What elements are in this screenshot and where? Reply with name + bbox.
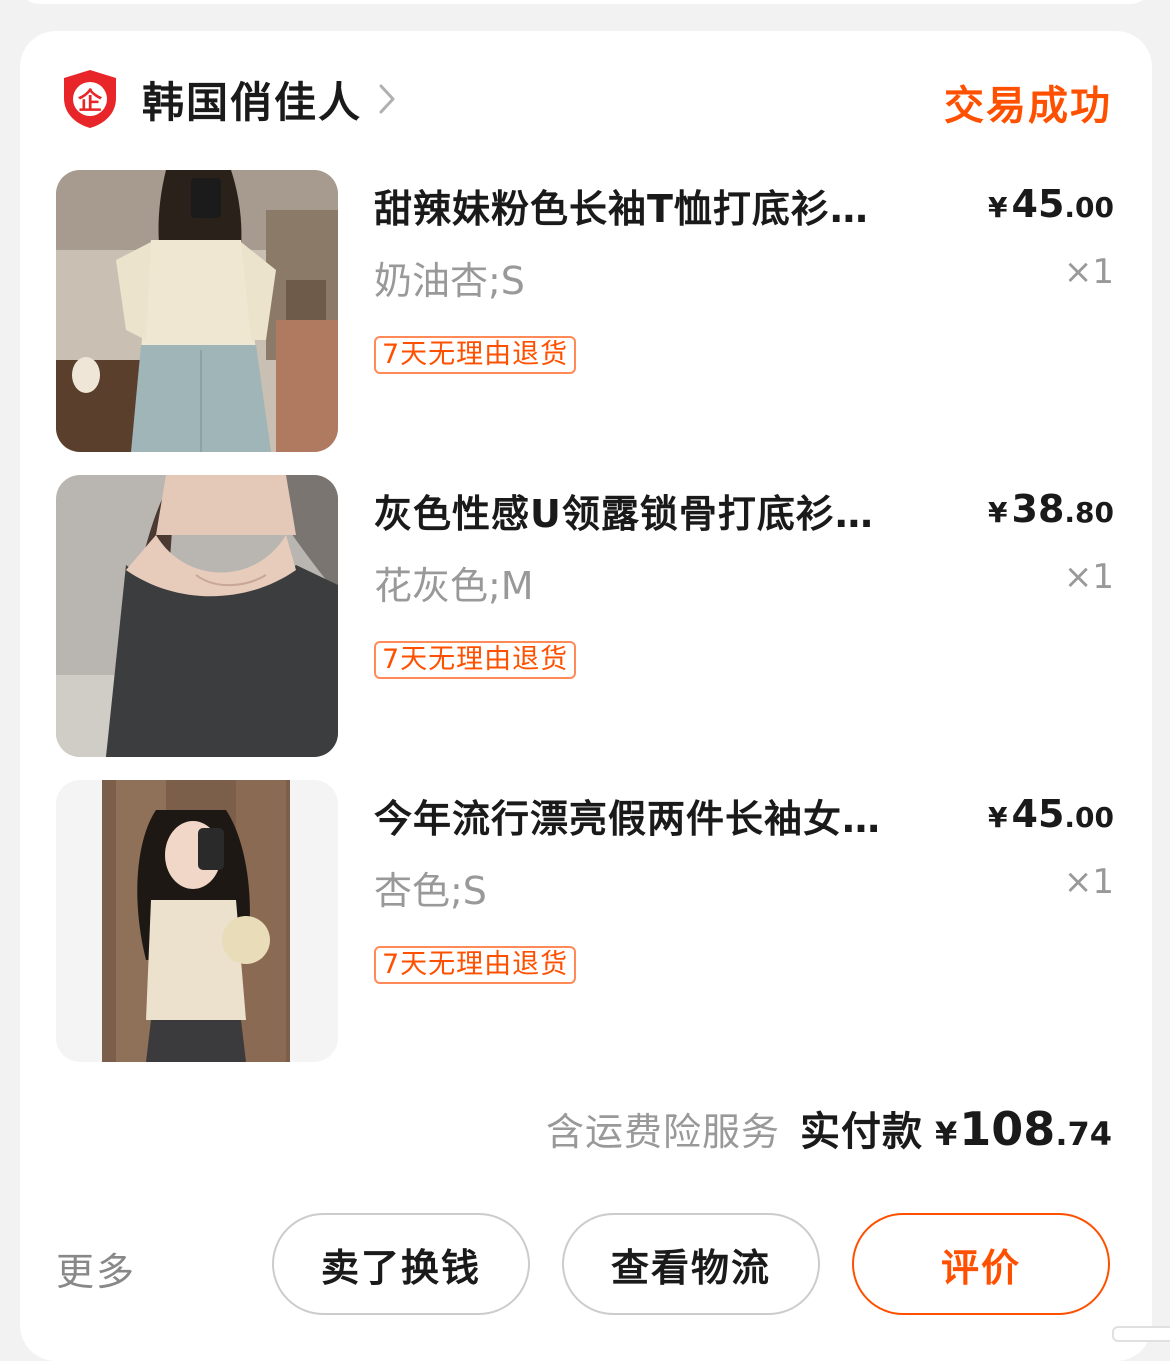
price-integer: 45 (1011, 182, 1065, 226)
order-item[interactable]: 甜辣妹粉色长袖T恤打底衫… ¥45.00 奶油杏;S ×1 7天无理由退货 (56, 170, 1114, 452)
order-item[interactable]: 灰色性感U领露锁骨打底衫… ¥38.80 花灰色;M ×1 7天无理由退货 (56, 475, 1114, 757)
shipping-insurance-note: 含运费险服务 (546, 1110, 781, 1154)
product-image[interactable] (56, 475, 338, 757)
previous-order-card (18, 0, 1152, 4)
product-title[interactable]: 甜辣妹粉色长袖T恤打底衫… (374, 178, 964, 233)
product-price: ¥45.00 (988, 182, 1114, 226)
order-status: 交易成功 (944, 83, 1112, 129)
product-sku: 花灰色;M (374, 564, 534, 608)
product-price: ¥45.00 (988, 792, 1114, 836)
order-card[interactable]: 企 韩国俏佳人 交易成功 甜辣妹粉色长袖T恤打底衫… ¥ 45.00 奶油杏;S… (20, 31, 1152, 1361)
product-title[interactable]: 灰色性感U领露锁骨打底衫… (374, 483, 964, 538)
order-total: 含运费险服务 实付款 ¥108.74 (546, 1099, 1112, 1157)
shop-name[interactable]: 韩国俏佳人 (142, 69, 362, 130)
price-decimal: .00 (1064, 801, 1114, 834)
scroll-handle[interactable] (1112, 1326, 1170, 1342)
total-decimal: .74 (1055, 1115, 1112, 1153)
currency-symbol: ¥ (988, 801, 1008, 834)
product-image[interactable] (56, 780, 338, 1062)
price-decimal: .00 (1064, 191, 1114, 224)
sell-button[interactable]: 卖了换钱 (272, 1213, 530, 1315)
return-policy-tag: 7天无理由退货 (374, 641, 577, 679)
enterprise-badge-glyph: 企 (78, 87, 103, 115)
price-integer: 38 (1011, 487, 1065, 531)
more-button[interactable]: 更多 (56, 1241, 136, 1296)
enterprise-shield-icon: 企 (64, 70, 116, 128)
return-policy-tag: 7天无理由退货 (374, 336, 577, 374)
chevron-right-icon[interactable] (376, 82, 398, 116)
product-price: ¥38.80 (988, 487, 1114, 531)
product-quantity: ×1 (1063, 862, 1114, 902)
order-item[interactable]: 今年流行漂亮假两件长袖女… ¥45.00 杏色;S ×1 7天无理由退货 (56, 780, 1114, 1062)
shop-header[interactable]: 企 韩国俏佳人 交易成功 (60, 67, 1112, 131)
product-sku: 奶油杏;S (374, 259, 525, 303)
product-title[interactable]: 今年流行漂亮假两件长袖女… (374, 788, 964, 843)
product-quantity: ×1 (1063, 557, 1114, 597)
currency-symbol: ¥ (988, 496, 1008, 529)
paid-amount-label: 实付款 (800, 1109, 924, 1155)
total-integer: 108 (959, 1102, 1056, 1156)
review-button[interactable]: 评价 (852, 1213, 1110, 1315)
price-decimal: .80 (1064, 496, 1114, 529)
product-sku: 杏色;S (374, 869, 487, 913)
product-quantity: ×1 (1063, 252, 1114, 292)
view-logistics-button[interactable]: 查看物流 (562, 1213, 820, 1315)
currency-symbol: ¥ (988, 191, 1008, 224)
return-policy-tag: 7天无理由退货 (374, 946, 577, 984)
price-integer: 45 (1011, 792, 1065, 836)
currency-symbol: ¥ (935, 1115, 958, 1153)
product-image[interactable] (56, 170, 338, 452)
